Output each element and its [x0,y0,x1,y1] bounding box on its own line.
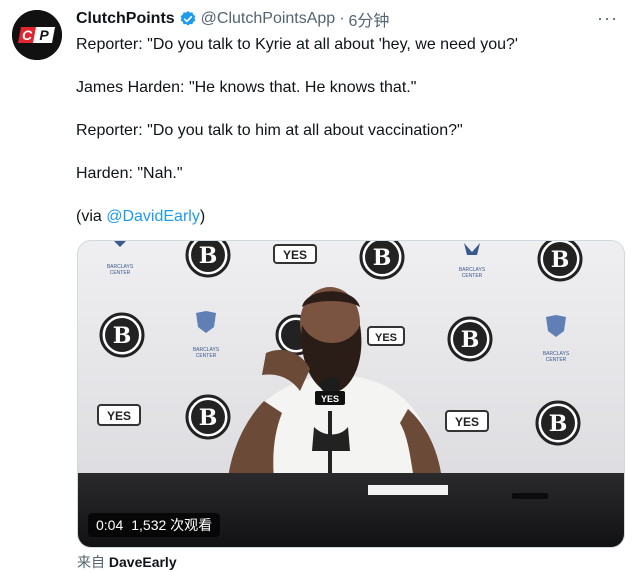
tweet-via: (via @DavidEarly) [76,206,616,228]
video-frame: B B B B B B B YES YES YES YES BARCLAYSCE… [78,241,624,547]
svg-text:B: B [373,245,392,271]
svg-text:YES: YES [375,332,397,344]
tweet-header: ClutchPoints @ClutchPointsApp · 6分钟 ··· [76,8,618,30]
view-count: 1,532 次观看 [131,517,213,533]
svg-text:CENTER: CENTER [462,273,483,279]
video-info-badge: 0:04 1,532 次观看 [88,513,221,537]
handle[interactable]: @ClutchPointsApp [201,10,336,28]
media-source: 来自 DaveEarly [77,552,177,572]
clutchpoints-logo-icon: C P [12,10,62,60]
display-name[interactable]: ClutchPoints [76,10,175,28]
svg-text:CENTER: CENTER [546,357,567,363]
svg-text:B: B [199,405,218,431]
svg-text:B: B [551,247,570,273]
svg-text:B: B [549,411,568,437]
svg-text:P: P [39,27,49,43]
svg-text:CENTER: CENTER [110,270,131,276]
avatar-text: C [22,27,33,43]
more-options-icon[interactable]: ··· [597,8,618,29]
video-player[interactable]: B B B B B B B YES YES YES YES BARCLAYS C… [77,240,625,548]
via-prefix: (via [76,208,107,225]
svg-text:YES: YES [455,415,479,429]
paper-sheet [368,485,448,495]
svg-text:YES: YES [283,248,307,262]
avatar[interactable]: C P [12,10,62,60]
svg-text:B: B [113,323,132,349]
svg-text:CENTER: CENTER [196,353,217,359]
mention-link[interactable]: @DavidEarly [106,208,200,225]
source-prefix: 来自 [77,554,105,570]
via-suffix: ) [199,208,206,225]
source-name[interactable]: DaveEarly [109,554,177,570]
timestamp[interactable]: 6分钟 [349,7,390,31]
svg-text:YES: YES [107,409,131,423]
svg-text:B: B [461,327,480,353]
svg-text:B: B [199,243,218,269]
verified-badge-icon [179,10,197,28]
tweet-text: Reporter: "Do you talk to Kyrie at all a… [76,34,616,249]
tweet-line: James Harden: "He knows that. He knows t… [76,79,417,96]
svg-text:YES: YES [321,394,339,404]
tweet-line: Harden: "Nah." [76,165,183,182]
separator: · [339,10,345,27]
video-timestamp: 0:04 [96,517,124,533]
tweet-line: Reporter: "Do you talk to Kyrie at all a… [76,36,518,53]
tweet-line: Reporter: "Do you talk to him at all abo… [76,122,463,139]
phone [512,493,548,499]
